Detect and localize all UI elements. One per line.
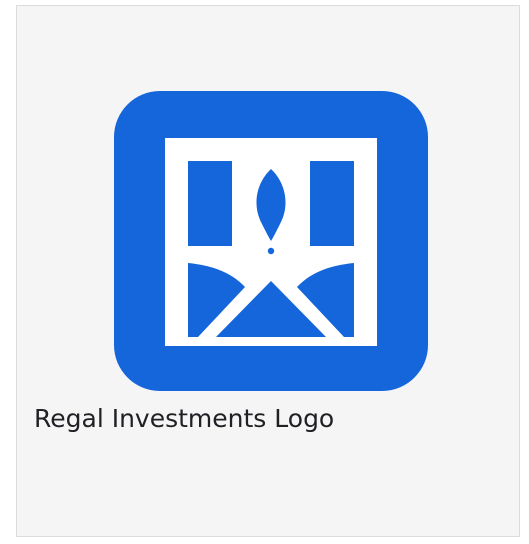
logo-svg	[114, 91, 428, 391]
logo-card: Regal Investments Logo	[16, 5, 520, 537]
logo-caption: Regal Investments Logo	[34, 404, 335, 433]
regal-investments-logo-icon	[114, 91, 428, 391]
logo-window-left	[188, 161, 232, 246]
logo-window-right	[310, 161, 354, 246]
logo-center-dot	[267, 247, 275, 255]
